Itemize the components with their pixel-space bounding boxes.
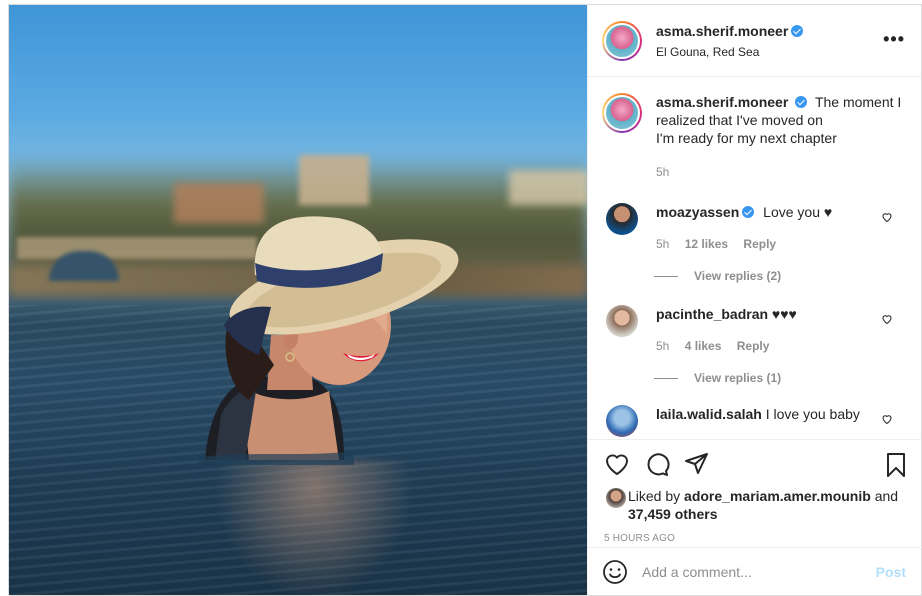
verified-badge-icon xyxy=(791,24,804,37)
commenter-avatar[interactable] xyxy=(606,203,638,235)
view-replies-button[interactable]: View replies (1) xyxy=(654,371,907,385)
liker-username[interactable]: adore_mariam.amer.mounib xyxy=(684,488,871,504)
post-actions-bar xyxy=(588,439,921,487)
comment-username[interactable]: pacinthe_badran xyxy=(656,306,768,322)
photo-subject xyxy=(199,216,459,465)
liker-avatar[interactable] xyxy=(606,488,626,508)
caption-username[interactable]: asma.sherif.moneer xyxy=(656,94,788,110)
comment-bubble-icon[interactable] xyxy=(644,452,670,476)
share-paper-plane-icon[interactable] xyxy=(684,452,710,476)
comment-text: I love you baby xyxy=(765,406,860,422)
comment-item: laila.walid.salah I love you baby xyxy=(602,405,907,437)
comment-time[interactable]: 5h xyxy=(656,237,669,251)
like-comment-icon[interactable] xyxy=(881,413,893,425)
author-avatar[interactable] xyxy=(602,93,642,133)
author-avatar[interactable] xyxy=(602,20,642,61)
post-location[interactable]: El Gouna, Red Sea xyxy=(656,45,803,59)
comment-item: pacinthe_badran ♥♥♥ 5h 4 likes Reply xyxy=(602,305,907,355)
comment-username[interactable]: laila.walid.salah xyxy=(656,406,762,422)
add-comment-bar: Post xyxy=(588,547,922,595)
verified-badge-icon xyxy=(795,96,808,108)
commenter-avatar[interactable] xyxy=(606,405,638,437)
post-header: asma.sherif.moneer El Gouna, Red Sea ••• xyxy=(588,5,921,77)
post-side-panel: asma.sherif.moneer El Gouna, Red Sea •••… xyxy=(587,5,922,595)
comment-item: moazyassen Love you ♥ 5h 12 likes Reply xyxy=(602,203,907,253)
comment-time[interactable]: 5h xyxy=(656,339,669,353)
reply-button[interactable]: Reply xyxy=(743,237,776,251)
caption-text-line2: I'm ready for my next chapter xyxy=(656,130,837,146)
view-replies-button[interactable]: View replies (2) xyxy=(654,269,907,283)
save-bookmark-icon[interactable] xyxy=(885,452,907,478)
reply-button[interactable]: Reply xyxy=(737,339,770,353)
comments-list[interactable]: asma.sherif.moneer The moment I realized… xyxy=(588,77,921,439)
comment-input[interactable] xyxy=(642,563,862,580)
emoji-smiley-icon[interactable] xyxy=(602,559,628,585)
verified-badge-icon xyxy=(742,206,755,218)
post-photo[interactable] xyxy=(9,5,587,595)
hearts-emoji-icon: ♥♥♥ xyxy=(771,306,797,322)
comment-username[interactable]: moazyassen xyxy=(656,204,739,220)
post-comment-button[interactable]: Post xyxy=(876,564,906,580)
more-options-icon[interactable]: ••• xyxy=(883,30,905,48)
heart-emoji-icon: ♥ xyxy=(823,204,833,220)
comment-likes[interactable]: 12 likes xyxy=(685,237,728,251)
comment-likes[interactable]: 4 likes xyxy=(685,339,722,353)
instagram-post: asma.sherif.moneer El Gouna, Red Sea •••… xyxy=(8,4,922,596)
post-caption: asma.sherif.moneer The moment I realized… xyxy=(602,93,907,181)
like-comment-icon[interactable] xyxy=(881,313,893,325)
comment-text: Love you xyxy=(763,204,824,220)
likes-count[interactable]: 37,459 others xyxy=(628,506,718,522)
commenter-avatar[interactable] xyxy=(606,305,638,337)
caption-time[interactable]: 5h xyxy=(656,163,906,181)
liked-by: Liked by adore_mariam.amer.mounib and 37… xyxy=(588,487,921,523)
like-comment-icon[interactable] xyxy=(881,211,893,223)
author-username[interactable]: asma.sherif.moneer xyxy=(656,23,788,39)
like-heart-icon[interactable] xyxy=(604,452,630,476)
